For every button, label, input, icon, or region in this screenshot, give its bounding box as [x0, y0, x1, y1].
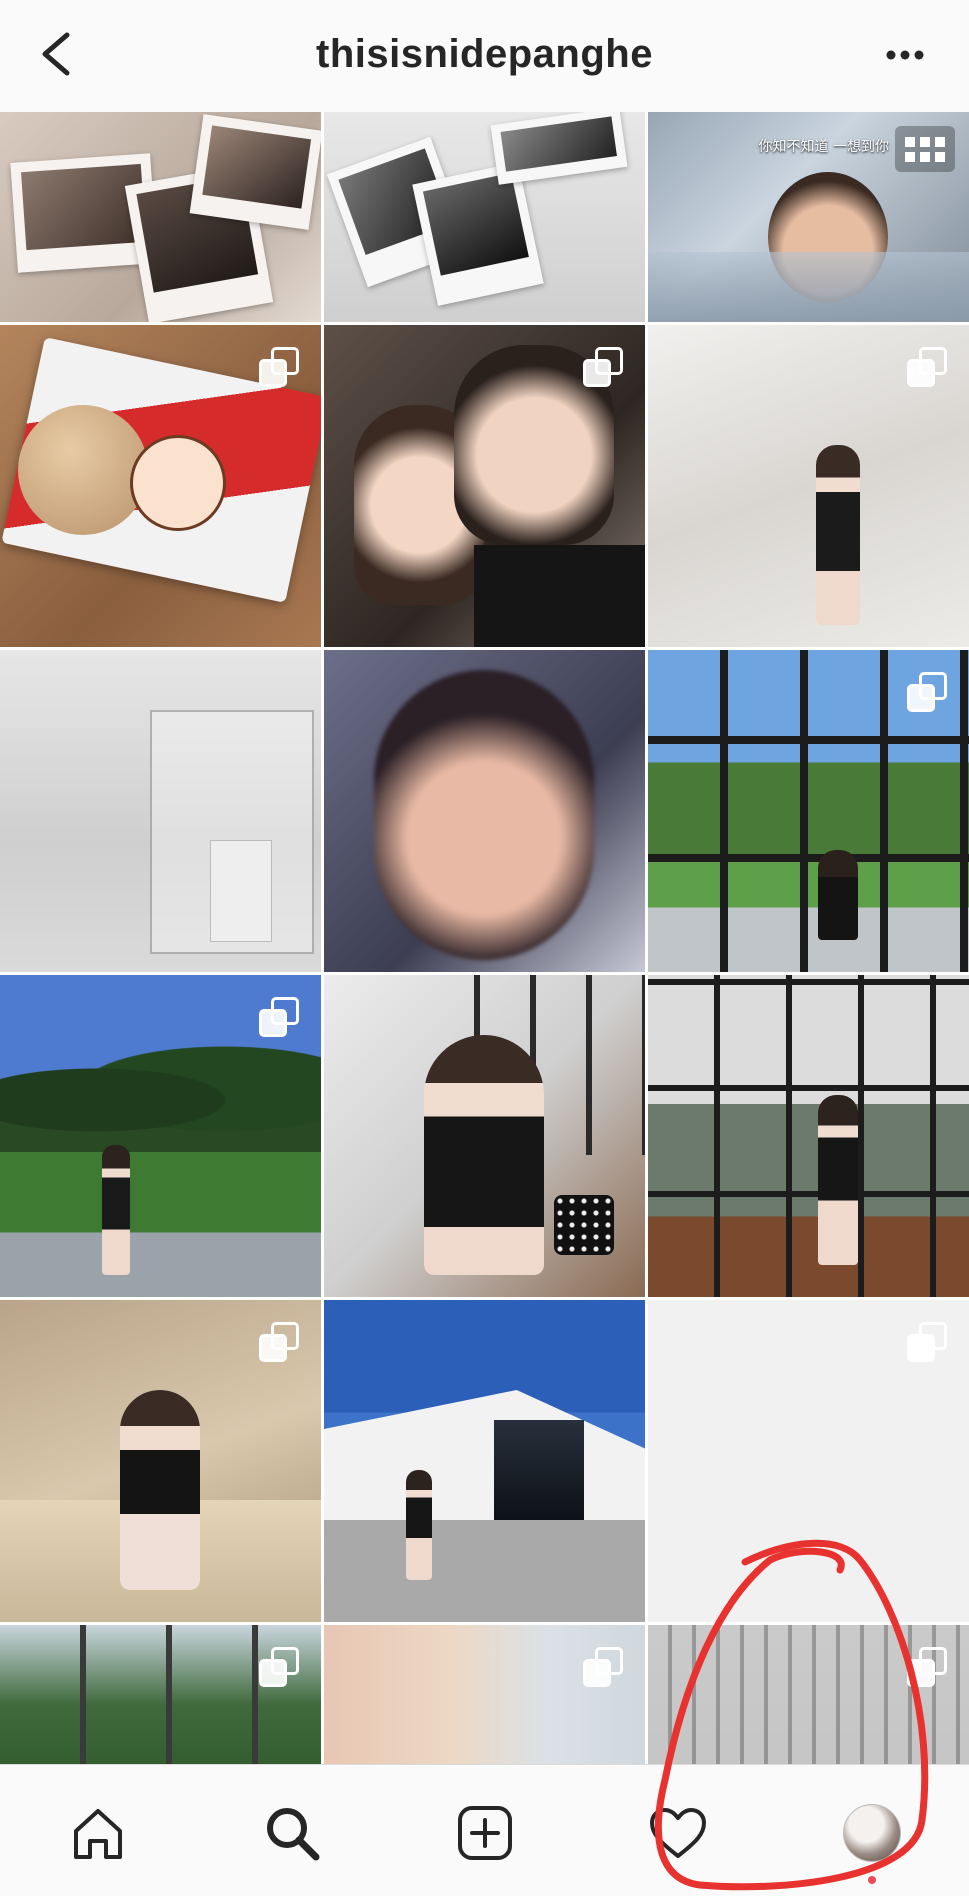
grid-post-r1c2[interactable] [324, 112, 645, 322]
search-icon [267, 1808, 320, 1861]
bottom-navigation [0, 1764, 969, 1896]
add-post-icon [458, 1806, 512, 1860]
glass-facade [494, 1420, 584, 1520]
notification-dot [868, 1876, 876, 1884]
white-building [324, 1390, 645, 1520]
apartment-buildings [648, 1625, 969, 1764]
photo-grid: 你知不知道 一想到你 [0, 112, 969, 1764]
pillow [648, 252, 969, 322]
window-frame [648, 975, 969, 1297]
caption-overlay: 你知不知道 一想到你 [758, 139, 889, 155]
carousel-icon [907, 347, 947, 387]
top-bar: thisisnidepanghe [0, 0, 969, 113]
tree-line [0, 1045, 321, 1155]
carousel-icon [583, 1647, 623, 1687]
grid-post-r5c2[interactable] [324, 1300, 645, 1622]
woman-seated [120, 1390, 200, 1590]
nav-profile[interactable] [832, 1793, 912, 1873]
grid-post-r1c3[interactable]: 你知不知道 一想到你 [648, 112, 969, 322]
grid-post-r3c1[interactable] [0, 650, 321, 972]
polaroid-photo [412, 162, 544, 306]
grid-post-r6c1[interactable] [0, 1625, 321, 1764]
woman-figure [816, 445, 860, 625]
heart-icon [650, 1808, 706, 1858]
polaroid-photo [189, 114, 321, 230]
puff-sponge [18, 405, 148, 535]
blurry-face [374, 670, 594, 960]
carousel-icon [259, 1647, 299, 1687]
grid-post-r4c1[interactable] [0, 975, 321, 1297]
more-options-button[interactable] [877, 30, 933, 80]
carousel-icon [259, 997, 299, 1037]
nav-add-post[interactable] [445, 1793, 525, 1873]
polaroid-photo [490, 112, 628, 185]
grid-post-r2c3[interactable] [648, 325, 969, 647]
grid-post-r1c1[interactable] [0, 112, 321, 322]
nav-activity[interactable] [638, 1793, 718, 1873]
studded-bag [554, 1195, 614, 1255]
grid-post-r2c1[interactable] [0, 325, 321, 647]
carousel-icon [907, 1322, 947, 1362]
home-icon [74, 1809, 122, 1859]
grid-post-r5c3[interactable] [648, 1300, 969, 1622]
carousel-icon [907, 672, 947, 712]
profile-username: thisisnidepanghe [316, 32, 653, 76]
shirt [474, 545, 645, 647]
carousel-icon [583, 347, 623, 387]
nav-search[interactable] [252, 1793, 332, 1873]
grid-post-r2c2[interactable] [324, 325, 645, 647]
more-options-icon [886, 50, 924, 60]
nav-home[interactable] [58, 1793, 138, 1873]
woman-figure [102, 1145, 130, 1275]
woman-seated [818, 850, 858, 940]
grid-post-r3c3[interactable] [648, 650, 969, 972]
cartoon-face [130, 435, 226, 531]
grid-post-r6c2[interactable] [324, 1625, 645, 1764]
grid-post-r6c3[interactable] [648, 1625, 969, 1764]
grid-post-r4c3[interactable] [648, 975, 969, 1297]
carousel-icon [907, 1647, 947, 1687]
grid-post-r5c1[interactable] [0, 1300, 321, 1622]
profile-avatar [843, 1804, 901, 1862]
woman-figure [406, 1470, 432, 1580]
carousel-icon [259, 1322, 299, 1362]
window-frame [0, 1625, 321, 1764]
grid-post-r4c2[interactable] [324, 975, 645, 1297]
carousel-icon [259, 347, 299, 387]
pedestal [210, 840, 272, 942]
woman-seated [424, 1035, 544, 1275]
grid-icon [895, 126, 955, 172]
woman-figure [818, 1095, 858, 1265]
grid-post-r3c2[interactable] [324, 650, 645, 972]
